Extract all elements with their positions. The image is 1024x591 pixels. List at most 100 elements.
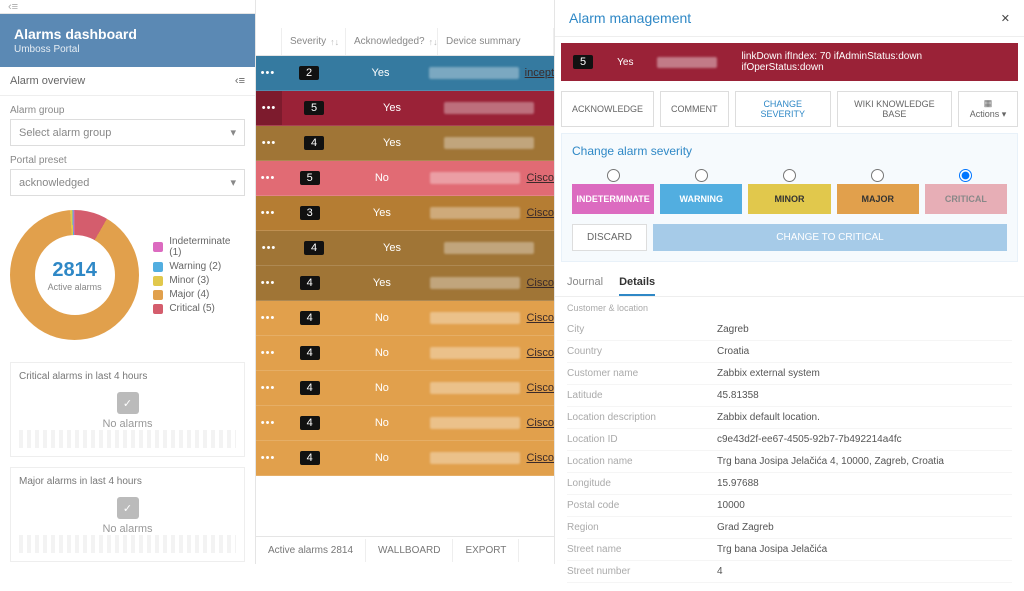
blurred-text [444, 242, 534, 254]
device-link[interactable]: Cisco [526, 312, 554, 324]
row-menu-icon[interactable]: ••• [261, 277, 276, 289]
detail-key: Street number [567, 566, 717, 577]
severity-badge: 3 [300, 206, 320, 220]
blurred-text [430, 382, 520, 394]
detail-row: Street nameTrg bana Josipa Jelačića [567, 539, 1012, 561]
row-menu-icon[interactable]: ••• [261, 347, 276, 359]
row-menu-icon[interactable]: ••• [261, 207, 276, 219]
selected-alarm-bar: 5 Yes linkDown ifIndex: 70 ifAdminStatus… [561, 43, 1018, 81]
table-row[interactable]: ••• 4 No Cisco [256, 301, 554, 336]
row-menu-icon[interactable]: ••• [261, 452, 276, 464]
severity-radio[interactable] [607, 169, 620, 182]
device-link[interactable]: Cisco [526, 347, 554, 359]
change-to-critical-button[interactable]: CHANGE TO CRITICAL [653, 224, 1007, 251]
detail-value: Zabbix external system [717, 368, 820, 379]
device-link[interactable]: Cisco [526, 207, 554, 219]
actions-menu[interactable]: ▦ Actions ▾ [958, 91, 1018, 127]
no-alarms-text: No alarms [102, 418, 152, 430]
detail-row: Location IDc9e43d2f-ee67-4505-92b7-7b492… [567, 429, 1012, 451]
severity-radio[interactable] [695, 169, 708, 182]
detail-key: Location description [567, 412, 717, 423]
device-link[interactable]: Cisco [526, 417, 554, 429]
tab-details[interactable]: Details [619, 276, 655, 296]
chevron-down-icon: ▾ [230, 126, 236, 139]
severity-option[interactable]: MAJOR [837, 168, 919, 214]
row-menu-icon[interactable]: ••• [261, 312, 276, 324]
table-row[interactable]: ••• 4 No Cisco [256, 406, 554, 441]
severity-option[interactable]: CRITICAL [925, 168, 1007, 214]
footer-export[interactable]: EXPORT [453, 539, 519, 562]
table-row[interactable]: •••4YesCisco [256, 266, 554, 301]
severity-badge: 4 [300, 311, 320, 325]
severity-option[interactable]: MINOR [748, 168, 830, 214]
detail-key: Region [567, 522, 717, 533]
check-icon: ✓ [117, 497, 139, 519]
portal-preset-select[interactable]: acknowledged ▾ [10, 169, 245, 196]
detail-key: Country [567, 346, 717, 357]
ack-cell: Yes [346, 91, 438, 125]
table-row[interactable]: •••4NoCisco [256, 336, 554, 371]
device-link[interactable]: Cisco [526, 172, 554, 184]
detail-row: Longitude15.97688 [567, 473, 1012, 495]
wiki-button[interactable]: WIKI KNOWLEDGE BASE [837, 91, 952, 127]
legend-label: Major (4) [169, 289, 209, 300]
row-menu-icon[interactable]: ••• [261, 382, 276, 394]
severity-radio[interactable] [871, 169, 884, 182]
severity-radio[interactable] [783, 169, 796, 182]
severity-legend: Indeterminate (1)Warning (2)Minor (3)Maj… [153, 233, 245, 317]
footer-wallboard[interactable]: WALLBOARD [366, 539, 453, 562]
sort-icon: ↑↓ [330, 37, 339, 47]
detail-value: Croatia [717, 346, 749, 357]
legend-swatch [153, 290, 163, 300]
device-link[interactable]: incept [525, 67, 554, 79]
table-row[interactable]: •••4Yes [256, 231, 554, 266]
table-row[interactable]: •••4NoCisco [256, 371, 554, 406]
table-row[interactable]: ••• 5 Yes [256, 91, 554, 126]
col-severity[interactable]: Severity↑↓ [282, 28, 346, 55]
portal-preset-label: Portal preset [10, 155, 67, 166]
table-row[interactable]: •••2Yesincept [256, 56, 554, 91]
severity-badge: 4 [300, 381, 320, 395]
device-link[interactable]: Cisco [526, 452, 554, 464]
critical-card-title: Critical alarms in last 4 hours [19, 371, 236, 382]
row-menu-icon[interactable]: ••• [262, 102, 277, 114]
discard-button[interactable]: DISCARD [572, 224, 647, 251]
comment-button[interactable]: COMMENT [660, 91, 729, 127]
row-menu-icon[interactable]: ••• [261, 417, 276, 429]
severity-option[interactable]: WARNING [660, 168, 742, 214]
ack-cell: No [339, 301, 424, 335]
blurred-text [444, 137, 534, 149]
row-menu-icon[interactable]: ••• [262, 242, 277, 254]
severity-option[interactable]: INDETERMINATE [572, 168, 654, 214]
tab-journal[interactable]: Journal [567, 276, 603, 296]
detail-key: Customer name [567, 368, 717, 379]
blurred-text [430, 207, 520, 219]
collapse-toggle[interactable]: ‹≡ [0, 0, 255, 14]
acknowledge-button[interactable]: ACKNOWLEDGE [561, 91, 654, 127]
table-row[interactable]: •••4Yes [256, 126, 554, 161]
ack-cell: No [339, 406, 424, 440]
severity-badge: 4 [300, 416, 320, 430]
ack-cell: Yes [346, 231, 438, 265]
table-row[interactable]: •••4NoCisco [256, 441, 554, 476]
overview-collapse-icon[interactable]: ‹≡ [235, 75, 245, 87]
detail-key: Location name [567, 456, 717, 467]
device-link[interactable]: Cisco [526, 277, 554, 289]
table-row[interactable]: •••3YesCisco [256, 196, 554, 231]
detail-value: c9e43d2f-ee67-4505-92b7-7b492214a4fc [717, 434, 902, 445]
col-acknowledged[interactable]: Acknowledged?↑↓ [346, 28, 438, 55]
table-row[interactable]: •••5NoCisco [256, 161, 554, 196]
device-link[interactable]: Cisco [526, 382, 554, 394]
legend-swatch [153, 242, 163, 252]
severity-badge: 5 [304, 101, 324, 115]
alarm-group-select[interactable]: Select alarm group ▾ [10, 119, 245, 146]
detail-key: Location ID [567, 434, 717, 445]
row-menu-icon[interactable]: ••• [261, 67, 276, 79]
row-menu-icon[interactable]: ••• [262, 137, 277, 149]
close-icon[interactable]: ✕ [1001, 12, 1010, 25]
severity-radio[interactable] [959, 169, 972, 182]
change-severity-button[interactable]: CHANGE SEVERITY [735, 91, 831, 127]
blurred-text [430, 347, 520, 359]
row-menu-icon[interactable]: ••• [261, 172, 276, 184]
col-device-summary[interactable]: Device summary [438, 28, 554, 55]
